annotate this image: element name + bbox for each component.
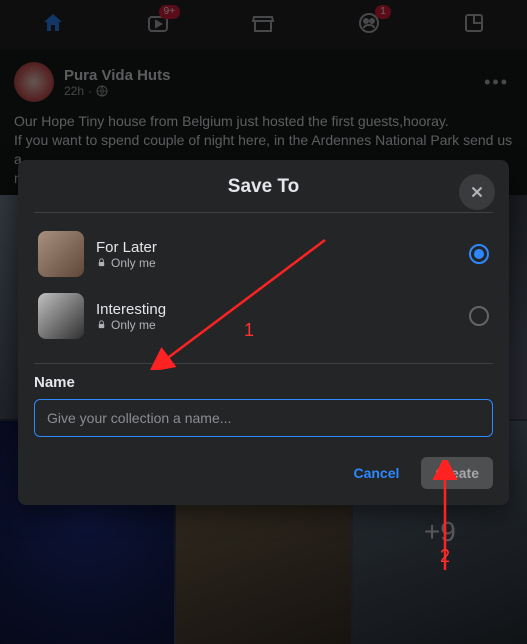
annotation-label-1: 1 bbox=[244, 320, 254, 341]
collection-item[interactable]: Interesting Only me bbox=[34, 285, 493, 347]
modal-header: Save To bbox=[34, 176, 493, 213]
annotation-label-2: 2 bbox=[440, 546, 450, 567]
collections-list: For Later Only me Interesting Only me bbox=[34, 213, 493, 357]
radio-selected[interactable] bbox=[469, 244, 489, 264]
create-button[interactable]: Create bbox=[421, 457, 493, 489]
collection-name: Interesting bbox=[96, 301, 457, 318]
collection-thumb bbox=[38, 231, 84, 277]
lock-icon bbox=[96, 319, 107, 330]
collection-privacy: Only me bbox=[96, 318, 457, 332]
modal-title: Save To bbox=[228, 176, 299, 197]
save-to-modal: Save To For Later Only me Interesting bbox=[18, 160, 509, 505]
modal-footer: Cancel Create bbox=[34, 457, 493, 489]
name-input[interactable] bbox=[34, 399, 493, 437]
collection-info: Interesting Only me bbox=[96, 301, 457, 332]
collection-name: For Later bbox=[96, 239, 457, 256]
collection-privacy: Only me bbox=[96, 256, 457, 270]
collection-thumb bbox=[38, 293, 84, 339]
collection-info: For Later Only me bbox=[96, 239, 457, 270]
close-button[interactable] bbox=[459, 174, 495, 210]
close-icon bbox=[468, 183, 486, 201]
divider bbox=[34, 363, 493, 364]
cancel-button[interactable]: Cancel bbox=[339, 457, 413, 489]
name-label: Name bbox=[34, 374, 493, 391]
radio-unselected[interactable] bbox=[469, 306, 489, 326]
lock-icon bbox=[96, 257, 107, 268]
collection-item[interactable]: For Later Only me bbox=[34, 223, 493, 285]
